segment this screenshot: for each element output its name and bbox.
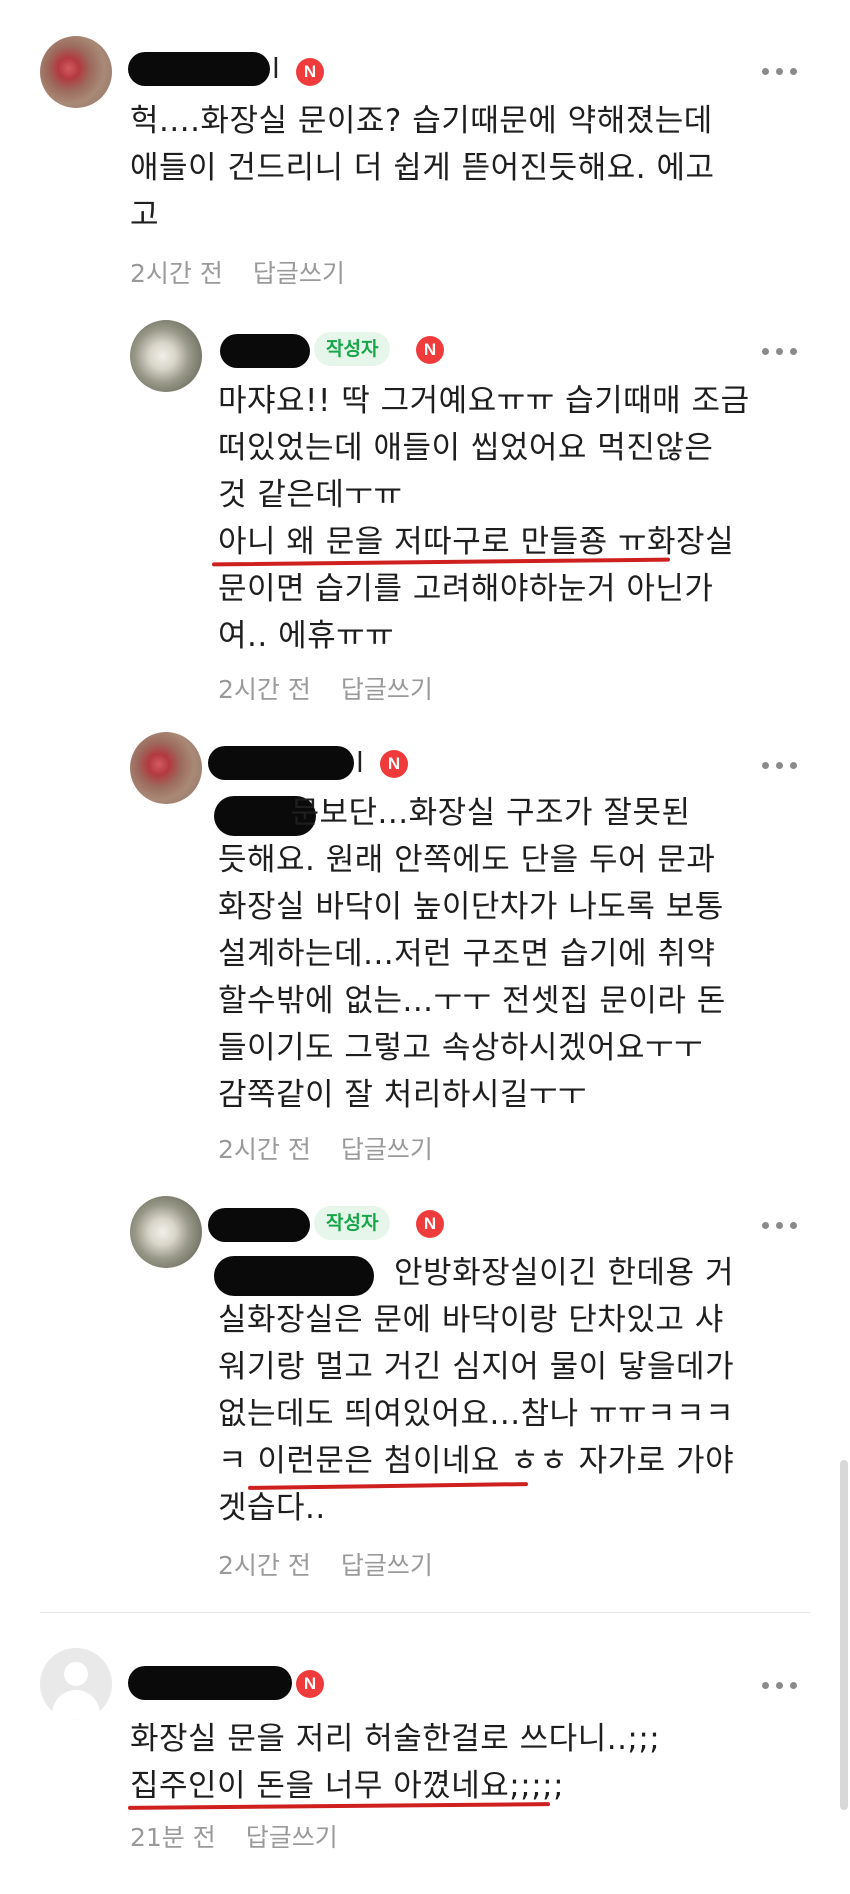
comment-meta: 2시간 전 답글쓰기 (218, 1546, 463, 1582)
author-tag: 작성자 (314, 332, 391, 366)
reply-button[interactable]: 답글쓰기 (253, 259, 345, 288)
more-dots-icon[interactable] (762, 342, 802, 362)
more-dots-icon[interactable] (762, 1676, 802, 1696)
reply-button[interactable]: 답글쓰기 (341, 1135, 433, 1164)
reply-button[interactable]: 답글쓰기 (341, 675, 433, 704)
new-badge: N (416, 336, 444, 364)
comment-text: 마쟈요!! 딱 그거예요ㅠㅠ 습기때매 조금 떠있었는데 애들이 씹었어요 먹진… (218, 383, 750, 654)
author-tag: 작성자 (314, 1206, 391, 1240)
more-dots-icon[interactable] (762, 62, 802, 82)
new-badge: N (416, 1210, 444, 1238)
comment-time: 21분 전 (130, 1823, 216, 1852)
avatar[interactable] (130, 320, 202, 392)
new-badge: N (296, 1670, 324, 1698)
redacted-username (208, 1208, 310, 1242)
avatar[interactable] (40, 36, 112, 108)
comment-meta: 2시간 전 답글쓰기 (218, 670, 463, 706)
avatar[interactable] (130, 1196, 202, 1268)
comment-divider (40, 1612, 810, 1613)
comment-text: 화장실 문을 저리 허술한걸로 쓰다니..;;; 집주인이 돈을 너무 아꼈네요… (130, 1721, 661, 1804)
more-dots-icon[interactable] (762, 756, 802, 776)
comment-meta: 21분 전 답글쓰기 (130, 1818, 368, 1854)
new-badge: N (380, 750, 408, 778)
comment-time: 2시간 전 (218, 1135, 311, 1164)
comment-text: 안방화장실이긴 한데용 거 실화장실은 문에 바닥이랑 단차있고 샤 워기랑 멀… (218, 1255, 735, 1526)
avatar[interactable] (130, 732, 202, 804)
comment-time: 2시간 전 (218, 675, 311, 704)
reply-button[interactable]: 답글쓰기 (341, 1551, 433, 1580)
new-badge: N (296, 58, 324, 86)
redacted-username (208, 746, 354, 780)
redacted-username (220, 334, 310, 368)
redacted-username (128, 1666, 292, 1700)
username-tail: l (272, 52, 280, 85)
comment-text: 헉....화장실 문이죠? 습기때문에 약해졌는데 애들이 건드리니 더 쉽게 … (130, 103, 715, 233)
redacted-username (128, 52, 270, 86)
comment-text: 문보단...화장실 구조가 잘못된 듯해요. 원래 안쪽에도 단을 두어 문과 … (218, 795, 726, 1113)
scrollbar[interactable] (840, 1460, 848, 1810)
more-dots-icon[interactable] (762, 1216, 802, 1236)
default-user-icon[interactable] (40, 1648, 112, 1720)
reply-button[interactable]: 답글쓰기 (246, 1823, 338, 1852)
username-tail: l (356, 746, 364, 779)
comment-meta: 2시간 전 답글쓰기 (130, 254, 375, 290)
comment-meta: 2시간 전 답글쓰기 (218, 1130, 463, 1166)
comment-time: 2시간 전 (130, 259, 223, 288)
comment-time: 2시간 전 (218, 1551, 311, 1580)
